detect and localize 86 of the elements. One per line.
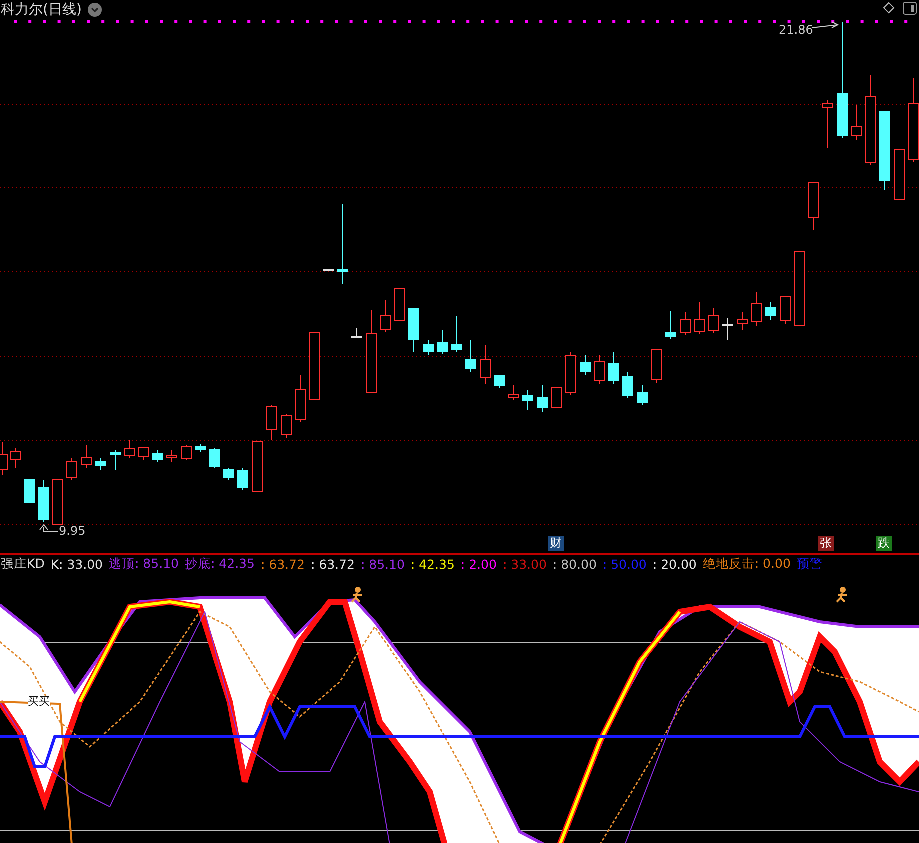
candlestick xyxy=(110,450,122,470)
candlestick xyxy=(566,352,576,396)
candlestick xyxy=(608,352,620,384)
indicator-value: 绝地反击: 0.00 xyxy=(702,556,791,573)
arrow-icon xyxy=(812,22,840,28)
indicator-value: : 50.00 xyxy=(602,557,647,572)
signal-label: 买买 xyxy=(28,696,50,708)
candlestick xyxy=(638,384,648,406)
indicator-value: : 80.00 xyxy=(552,557,597,572)
candlestick xyxy=(594,354,606,384)
indicator-value: 逃顶: 85.10 xyxy=(109,556,179,573)
indicator-value: : 2.00 xyxy=(460,557,497,572)
candlestick xyxy=(10,448,22,468)
candlestick xyxy=(666,310,676,340)
candlestick xyxy=(196,444,206,452)
candlestick xyxy=(538,384,548,412)
candlestick xyxy=(394,288,406,322)
candlestick xyxy=(438,330,448,354)
candlestick xyxy=(266,404,278,440)
indicator-value: : 33.00 xyxy=(502,557,547,572)
indicator-value: 抄底: 42.35 xyxy=(184,556,255,573)
candlestick xyxy=(310,332,320,400)
diamond-icon[interactable] xyxy=(883,2,895,14)
candlestick xyxy=(38,480,50,522)
event-marker[interactable]: 张 xyxy=(818,536,834,551)
candlestick xyxy=(508,384,520,400)
candlestick xyxy=(296,374,306,422)
chart-title: 科力尔(日线) xyxy=(1,1,82,19)
indicator-value: K: 33.00 xyxy=(50,557,103,572)
candlestick xyxy=(522,390,534,410)
candlestick xyxy=(494,376,506,388)
candlestick xyxy=(210,448,220,468)
dropdown-icon[interactable] xyxy=(88,3,102,17)
event-marker[interactable]: 跌 xyxy=(876,536,892,551)
candlestick xyxy=(694,302,706,334)
candlestick xyxy=(622,372,634,398)
candlestick xyxy=(182,444,192,460)
candlestick xyxy=(282,414,292,438)
candlestick xyxy=(324,270,334,272)
indicator-value: : 42.35 xyxy=(410,557,455,572)
candlestick xyxy=(852,104,862,140)
candlestick xyxy=(752,292,762,326)
runner-icon xyxy=(351,587,363,603)
candlestick xyxy=(652,350,662,384)
indicator-name: 强庄KD xyxy=(1,556,45,573)
indicator-value: : 85.10 xyxy=(360,557,405,572)
panel-toggle-icon[interactable] xyxy=(903,2,917,15)
candlestick xyxy=(408,308,420,352)
runner-icon xyxy=(836,587,848,603)
candlestick xyxy=(822,100,834,148)
candlestick xyxy=(580,354,592,376)
candlestick xyxy=(52,480,64,526)
candlestick xyxy=(766,302,776,320)
arrow-icon xyxy=(40,524,58,532)
candlestick xyxy=(252,442,264,492)
candlestick xyxy=(152,450,164,462)
event-marker[interactable]: 财 xyxy=(548,536,564,551)
indicator-value: 预警 xyxy=(796,556,823,573)
candlestick xyxy=(552,388,562,408)
candlestick xyxy=(708,308,720,334)
indicator-value: : 20.00 xyxy=(652,557,697,572)
candlestick xyxy=(138,448,150,460)
candlestick xyxy=(238,468,248,490)
indicator-value: : 63.72 xyxy=(260,557,305,572)
candlestick xyxy=(66,458,78,480)
candlestick xyxy=(808,182,820,230)
candlestick xyxy=(124,440,136,458)
candlestick xyxy=(680,312,692,336)
candlestick xyxy=(96,458,106,470)
candlestick xyxy=(452,316,462,352)
low-price-label: 9.95 xyxy=(59,524,86,538)
candlestick xyxy=(894,150,906,200)
candlestick xyxy=(224,468,234,480)
candlestick xyxy=(480,344,492,384)
candlestick xyxy=(722,318,734,340)
candlestick xyxy=(780,296,792,324)
candlestick xyxy=(738,312,748,330)
candlestick xyxy=(380,300,392,332)
candlestick xyxy=(466,340,476,372)
candlestick xyxy=(24,480,36,504)
candlestick xyxy=(424,340,434,356)
candlestick xyxy=(166,450,178,462)
indicator-value: : 63.72 xyxy=(310,557,355,572)
high-price-label: 21.86 xyxy=(779,23,814,37)
candlestick xyxy=(352,328,362,338)
candlestick xyxy=(82,444,92,468)
